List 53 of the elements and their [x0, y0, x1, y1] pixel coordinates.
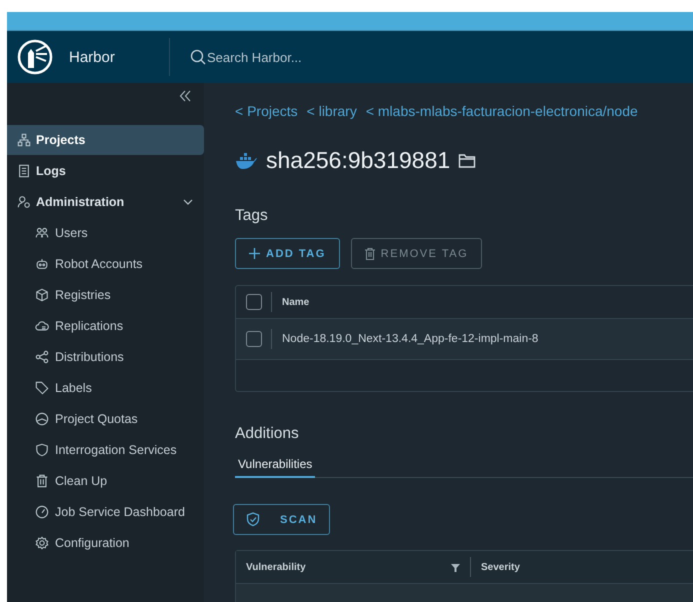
cube-icon [35, 288, 49, 302]
folder-icon[interactable] [458, 152, 476, 168]
sidebar-item[interactable]: Projects [7, 125, 204, 155]
breadcrumb-link[interactable]: < mlabs-mlabs-facturacion-electronica/node [366, 103, 638, 119]
breadcrumb-link[interactable]: < Projects [235, 103, 298, 119]
users-icon [35, 226, 49, 240]
search-field[interactable]: Search Harbor... [206, 50, 407, 64]
tag-icon [35, 381, 49, 395]
plus-icon [249, 248, 260, 259]
sidebar-item[interactable]: Interrogation Services [7, 435, 204, 465]
sidebar-item[interactable]: Clean Up [7, 466, 204, 496]
share-icon [35, 350, 49, 364]
gauge-icon [35, 505, 49, 519]
trash-icon [364, 248, 375, 260]
shield-icon [35, 443, 49, 457]
sidebar-item[interactable]: Distributions [7, 342, 204, 372]
trash-icon [35, 474, 49, 488]
cloud-icon [35, 319, 49, 333]
checkbox[interactable] [246, 294, 262, 310]
sidebar-item[interactable]: Replications [7, 311, 204, 341]
checkbox[interactable] [246, 331, 262, 347]
lighthouse-logo [17, 39, 53, 75]
network-icon [17, 133, 31, 147]
table-cell: Node-18.19.0_Next-13.4.4_App-fe-12-impl-main-8 [282, 333, 538, 345]
column-header[interactable]: Name [282, 296, 310, 308]
gauge-icon [35, 412, 49, 426]
sidebar-item[interactable]: Logs [7, 156, 204, 186]
sidebar-item[interactable]: Project Quotas [7, 404, 204, 434]
sidebar-item[interactable]: Administration [7, 187, 204, 217]
column-header[interactable]: Vulnerability [246, 562, 306, 572]
sidebar-item[interactable]: Labels [7, 373, 204, 403]
document-icon [17, 164, 31, 178]
shield-icon [246, 512, 260, 527]
filter-icon[interactable] [451, 562, 460, 572]
add-tag-button[interactable]: ADD TAG [235, 238, 340, 269]
sidebar-item[interactable]: Robot Accounts [7, 249, 204, 279]
section-heading: Tags [235, 207, 269, 225]
column-header[interactable]: Severity [481, 562, 520, 572]
sidebar-item[interactable]: Job Service Dashboard [7, 497, 204, 527]
search-icon [190, 49, 206, 65]
artifact-title: sha256:9b319881 [266, 147, 450, 174]
whale-icon [235, 152, 258, 170]
sidebar-item[interactable]: Configuration [7, 528, 204, 558]
scan-button[interactable]: SCAN [233, 504, 330, 535]
gear-icon [35, 536, 49, 550]
tab[interactable]: Vulnerabilities [235, 451, 316, 478]
sidebar-item[interactable]: Users [7, 218, 204, 248]
sidebar-item[interactable]: Registries [7, 280, 204, 310]
breadcrumb-link[interactable]: < library [306, 103, 357, 119]
section-heading: Additions [235, 425, 300, 443]
robot-icon [35, 257, 49, 271]
collapse-icon[interactable] [178, 89, 192, 103]
app-name: Harbor [69, 48, 115, 66]
